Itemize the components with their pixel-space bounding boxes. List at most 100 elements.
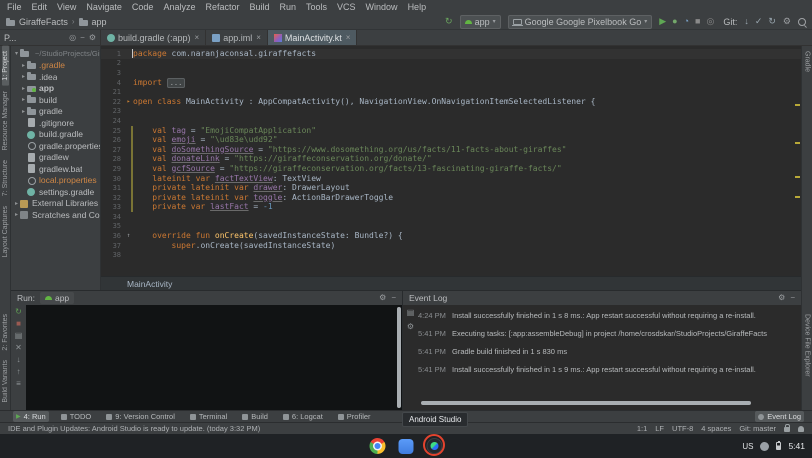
system-tray[interactable]: US 5:41 — [742, 434, 805, 458]
menu-item-run[interactable]: Run — [275, 0, 302, 14]
locate-file-icon[interactable]: ◎ — [69, 34, 76, 42]
chrome-app-icon[interactable] — [370, 438, 386, 454]
run-tab-app[interactable]: app — [40, 292, 74, 304]
tool-button-device-file-explorer[interactable]: Device File Explorer — [804, 309, 811, 382]
override-gutter-icon[interactable]: ↑ — [124, 233, 133, 239]
tree-item-external-libraries[interactable]: ▸External Libraries — [11, 198, 100, 210]
tool-button-build-variants[interactable]: Build Variants — [2, 355, 9, 408]
menu-item-navigate[interactable]: Navigate — [81, 0, 127, 14]
tool-window-button-9-version-control[interactable]: 9: Version Control — [103, 411, 178, 422]
tool-button-gradle[interactable]: Gradle — [804, 46, 811, 77]
menu-item-build[interactable]: Build — [244, 0, 274, 14]
run-icon[interactable]: ▶ — [659, 17, 666, 26]
status-lf[interactable]: LF — [655, 424, 664, 433]
scroll-up-icon[interactable]: ↑ — [17, 368, 21, 376]
tree-item-idea[interactable]: ▸.idea — [11, 71, 100, 83]
tree-item-scratches-and-consoles[interactable]: ▸Scratches and Consoles — [11, 209, 100, 221]
tree-item-gradle-properties[interactable]: gradle.properties — [11, 140, 100, 152]
tool-window-button-build[interactable]: Build — [239, 411, 271, 422]
stop-icon[interactable]: ■ — [695, 17, 700, 26]
tool-window-button-todo[interactable]: TODO — [58, 411, 95, 422]
menu-item-refactor[interactable]: Refactor — [200, 0, 244, 14]
restore-layout-icon[interactable]: ▤ — [15, 332, 23, 340]
tool-button-1-project[interactable]: 1: Project — [2, 46, 9, 86]
editor-tab-build-gradle-app[interactable]: build.gradle (:app)× — [101, 30, 206, 45]
lock-icon[interactable] — [784, 427, 790, 432]
blue-app-icon[interactable] — [399, 439, 414, 454]
clear-icon[interactable]: ✕ — [15, 344, 22, 352]
hide-icon[interactable]: − — [790, 294, 795, 302]
scroll-down-icon[interactable]: ↓ — [17, 356, 21, 364]
menu-item-tools[interactable]: Tools — [301, 0, 332, 14]
tree-item-gradlew[interactable]: gradlew — [11, 152, 100, 164]
git-update-icon[interactable]: ↓ — [744, 17, 749, 26]
settings-icon[interactable]: ⚙ — [778, 294, 785, 302]
settings-icon[interactable]: ⚙ — [89, 34, 96, 42]
menu-item-help[interactable]: Help — [403, 0, 432, 14]
tool-window-button-4-run[interactable]: ▶4: Run — [13, 411, 49, 422]
tool-window-button-event-log[interactable]: Event Log — [755, 411, 804, 422]
tool-button-7-structure[interactable]: 7: Structure — [2, 155, 9, 201]
stop-icon[interactable]: ■ — [16, 320, 21, 328]
status-message[interactable]: IDE and Plugin Updates: Android Studio i… — [8, 424, 260, 433]
tree-item-gradlew-bat[interactable]: gradlew.bat — [11, 163, 100, 175]
menu-item-file[interactable]: File — [2, 0, 27, 14]
rerun-icon[interactable]: ↻ — [15, 308, 22, 316]
status-utf-8[interactable]: UTF-8 — [672, 424, 693, 433]
breadcrumb-project[interactable]: GiraffeFacts — [19, 17, 68, 27]
tree-item-build[interactable]: ▸build — [11, 94, 100, 106]
run-scrollbar[interactable] — [397, 307, 401, 408]
menu-item-view[interactable]: View — [52, 0, 81, 14]
editor-tab-app-iml[interactable]: app.iml× — [206, 30, 268, 45]
project-pane-title[interactable]: P... — [4, 33, 16, 43]
event-log-entries[interactable]: 4:24 PMInstall successfully finished in … — [418, 305, 801, 410]
close-icon[interactable]: × — [256, 33, 261, 42]
menu-item-edit[interactable]: Edit — [27, 0, 53, 14]
tool-window-button-profiler[interactable]: Profiler — [335, 411, 374, 422]
tree-item-settings-gradle[interactable]: settings.gradle — [11, 186, 100, 198]
tree-item-app[interactable]: ▸app — [11, 83, 100, 95]
debug-icon[interactable]: ● — [672, 17, 677, 26]
menu-item-window[interactable]: Window — [361, 0, 403, 14]
editor-tab-mainactivity-kt[interactable]: MainActivity.kt× — [268, 30, 358, 45]
tree-item-gradle[interactable]: ▸gradle — [11, 106, 100, 118]
tool-window-button-6-logcat[interactable]: 6: Logcat — [280, 411, 326, 422]
sync-gradle-icon[interactable]: ↻ — [445, 17, 453, 26]
tree-item-local-properties[interactable]: local.properties — [11, 175, 100, 187]
menu-item-analyze[interactable]: Analyze — [158, 0, 200, 14]
tool-button-2-favorites[interactable]: 2: Favorites — [2, 309, 9, 356]
close-icon[interactable]: × — [346, 33, 351, 42]
tree-item-build-gradle[interactable]: build.gradle — [11, 129, 100, 141]
run-console-output[interactable] — [26, 305, 402, 410]
status-1-1[interactable]: 1:1 — [637, 424, 647, 433]
attach-debugger-icon[interactable]: ◎ — [706, 17, 714, 26]
filter-icon[interactable]: ▤ — [407, 309, 415, 317]
tool-button-layout-captures[interactable]: Layout Captures — [2, 201, 9, 262]
breadcrumb-module[interactable]: app — [92, 17, 107, 27]
keyboard-layout-indicator[interactable]: US — [742, 442, 753, 451]
hide-icon[interactable]: − — [391, 294, 396, 302]
wrench-icon[interactable]: ⚙ — [407, 323, 414, 331]
search-icon[interactable] — [798, 18, 806, 26]
menu-item-code[interactable]: Code — [127, 0, 159, 14]
collapse-all-icon[interactable]: − — [80, 34, 85, 42]
run-gutter-icon[interactable]: ▸ — [124, 99, 133, 105]
tree-item-gitignore[interactable]: .gitignore — [11, 117, 100, 129]
settings-icon[interactable]: ⚙ — [783, 17, 791, 26]
status-git-master[interactable]: Git: master — [739, 424, 776, 433]
status-4-spaces[interactable]: 4 spaces — [701, 424, 731, 433]
close-icon[interactable]: × — [195, 33, 200, 42]
tool-window-button-terminal[interactable]: Terminal — [187, 411, 230, 422]
profile-icon[interactable]: ◔ — [684, 17, 689, 26]
tool-button-resource-manager[interactable]: Resource Manager — [2, 86, 9, 156]
event-log-scrollbar[interactable] — [421, 401, 751, 405]
breadcrumb-class[interactable]: MainActivity — [127, 279, 172, 289]
tree-item-giraffefacts[interactable]: ▾GiraffeFacts~/StudioProjects/Gir — [11, 48, 100, 60]
more-icon[interactable]: ≡ — [16, 380, 21, 388]
git-commit-icon[interactable]: ✓ — [755, 17, 763, 26]
run-config-dropdown[interactable]: app ▾ — [460, 15, 501, 29]
device-dropdown[interactable]: Google Google Pixelbook Go ▾ — [508, 15, 653, 29]
notifications-icon[interactable] — [798, 426, 804, 432]
git-revert-icon[interactable]: ↻ — [768, 17, 776, 26]
menu-item-vcs[interactable]: VCS — [332, 0, 361, 14]
